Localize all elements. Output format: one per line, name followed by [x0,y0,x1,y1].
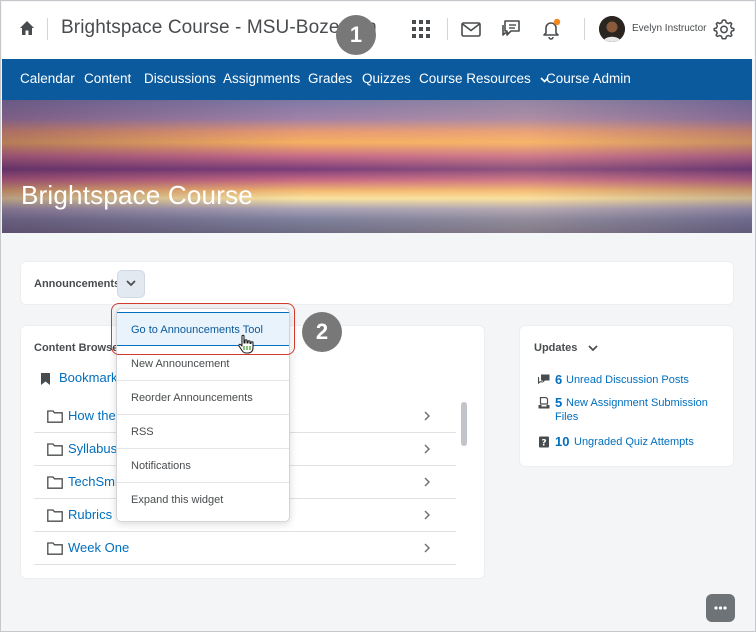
callout-badge-1: 1 [336,15,376,55]
scrollbar-thumb[interactable] [461,402,467,446]
updates-widget: Updates 6 Unread Discussion Posts 5 New … [519,325,734,467]
gear-icon[interactable] [713,18,735,40]
nav-assignments[interactable]: Assignments [223,71,300,86]
update-count: 5 [555,395,563,410]
update-text: Unread Discussion Posts [566,374,689,386]
menu-item-reorder-announcements[interactable]: Reorder Announcements [117,381,289,415]
chevron-right-icon [424,444,430,454]
menu-item-rss[interactable]: RSS [117,415,289,449]
course-banner: Brightspace Course [2,100,752,233]
announcements-title: Announcements [34,278,121,290]
divider [584,18,585,40]
update-text: New Assignment Submission [566,397,708,409]
chevron-right-icon [424,411,430,421]
update-count: 10 [555,434,570,449]
chevron-right-icon [424,543,430,553]
chevron-right-icon [424,477,430,487]
chevron-down-icon [126,280,136,287]
callout-badge-2: 2 [302,312,342,352]
folder-icon [47,476,63,489]
nav-discussions[interactable]: Discussions [144,71,216,86]
menu-item-expand-widget[interactable]: Expand this widget [117,483,289,517]
bookmark-icon [41,373,50,385]
folder-icon [47,443,63,456]
nav-content[interactable]: Content [84,71,131,86]
updates-title: Updates [534,342,578,354]
folder-icon [47,509,63,522]
user-name[interactable]: Evelyn Instructor [632,23,706,34]
banner-title: Brightspace Course [21,180,253,210]
nav-grades[interactable]: Grades [308,71,352,86]
folder-icon [47,542,63,555]
list-item-label: How the [68,408,116,423]
course-navbar: Calendar Content Discussions Assignments… [2,59,752,100]
user-avatar[interactable] [599,16,625,42]
content-browser-title: Content Browser [34,342,123,354]
chevron-down-icon[interactable] [588,345,598,352]
bookmarks-label: Bookmarks [59,370,125,385]
bell-notification-icon[interactable] [540,18,562,40]
list-item-label: Week One [68,540,130,555]
top-bar: Brightspace Course - MSU-Bozeman 1 Evely… [2,2,754,59]
folder-icon [47,410,63,423]
assignment-tray-icon [538,397,550,409]
update-text: Ungraded Quiz Attempts [574,436,694,448]
svg-text:?: ? [541,439,546,449]
more-options-button[interactable] [706,594,735,622]
chevron-right-icon [424,510,430,520]
highlight-annotation [111,303,295,355]
update-text-continued: Files [555,411,579,423]
home-icon[interactable] [19,20,35,36]
quiz-icon: ? [539,436,549,449]
list-item-label: Rubrics [68,507,113,522]
app-frame: Brightspace Course - MSU-Bozeman 1 Evely… [0,0,756,632]
nav-course-resources-label: Course Resources [419,71,531,86]
list-item[interactable]: Week One [34,532,456,565]
nav-calendar[interactable]: Calendar [20,71,75,86]
hand-pointer-icon [238,334,254,354]
divider [47,18,48,40]
chat-bubbles-icon[interactable] [500,18,522,40]
content-scrollbar[interactable] [459,400,468,570]
announcements-menu-button[interactable] [117,270,145,298]
nav-quizzes[interactable]: Quizzes [362,71,411,86]
nav-course-resources[interactable]: Course Resources [419,71,549,86]
ellipsis-icon [714,606,727,610]
discussion-icon [538,374,550,385]
list-item-label: Syllabus [68,441,118,456]
nav-course-admin[interactable]: Course Admin [546,71,631,86]
divider [447,18,448,40]
waffle-grid-icon[interactable] [410,18,432,40]
mail-icon[interactable] [460,18,482,40]
update-count: 6 [555,372,563,387]
menu-item-notifications[interactable]: Notifications [117,449,289,483]
course-title[interactable]: Brightspace Course - MSU-Bozeman [61,17,377,39]
announcements-widget: Announcements [20,261,734,305]
